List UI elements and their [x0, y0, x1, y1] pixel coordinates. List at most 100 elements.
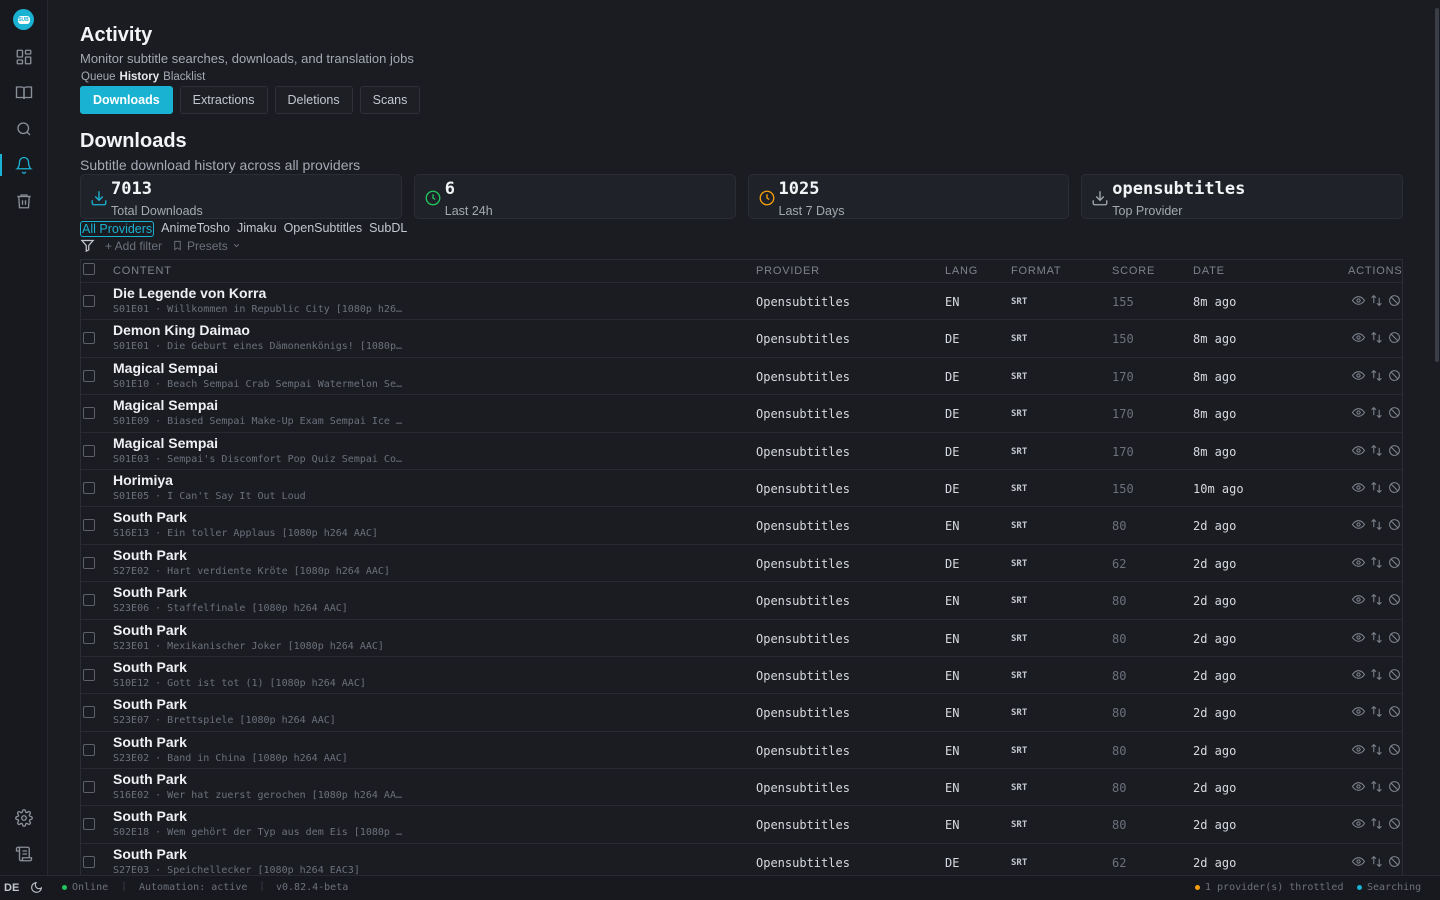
row-title[interactable]: South Park [113, 734, 187, 750]
scrollbar[interactable] [1434, 0, 1440, 875]
eye-icon[interactable] [1352, 331, 1365, 344]
eye-icon[interactable] [1352, 406, 1365, 419]
row-title[interactable]: Horimiya [113, 472, 173, 488]
table-row[interactable]: Horimiya S01E05 · I Can't Say It Out Loud… [81, 468, 1402, 506]
row-checkbox[interactable] [83, 295, 95, 307]
col-content[interactable]: CONTENT [113, 265, 172, 277]
ban-icon[interactable] [1388, 518, 1401, 531]
row-checkbox[interactable] [83, 519, 95, 532]
swap-icon[interactable] [1370, 556, 1383, 569]
eye-icon[interactable] [1352, 518, 1365, 531]
swap-icon[interactable] [1370, 631, 1383, 644]
subnav-queue[interactable]: Queue [81, 71, 116, 83]
col-lang[interactable]: LANG [945, 265, 978, 277]
row-title[interactable]: South Park [113, 584, 187, 600]
row-checkbox[interactable] [83, 594, 95, 607]
row-title[interactable]: Magical Sempai [113, 397, 218, 413]
throttle-status[interactable]: 1 provider(s) throttled [1195, 882, 1343, 893]
provider-all[interactable]: All Providers [80, 221, 155, 237]
table-row[interactable]: South Park S16E13 · Ein toller Applaus [1… [81, 506, 1402, 543]
ban-icon[interactable] [1388, 406, 1401, 419]
row-checkbox[interactable] [83, 481, 95, 494]
row-title[interactable]: South Park [113, 846, 187, 862]
sidebar-item-activity[interactable] [13, 154, 35, 176]
row-checkbox[interactable] [83, 668, 95, 681]
row-checkbox[interactable] [83, 706, 95, 719]
provider-jimaku[interactable]: Jimaku [237, 221, 277, 237]
tab-downloads[interactable]: Downloads [80, 86, 173, 114]
table-row[interactable]: Demon King Daimao S01E01 · Die Geburt ein… [81, 319, 1402, 356]
swap-icon[interactable] [1370, 855, 1383, 868]
eye-icon[interactable] [1352, 743, 1365, 756]
row-checkbox[interactable] [83, 781, 95, 794]
moon-icon[interactable] [30, 881, 43, 894]
ban-icon[interactable] [1388, 780, 1401, 793]
row-title[interactable]: South Park [113, 771, 187, 787]
swap-icon[interactable] [1370, 481, 1383, 494]
swap-icon[interactable] [1370, 518, 1383, 531]
row-title[interactable]: Die Legende von Korra [113, 285, 266, 301]
provider-opensubtitles[interactable]: OpenSubtitles [284, 221, 363, 237]
provider-subdl[interactable]: SubDL [369, 221, 407, 237]
presets-button[interactable]: Presets [172, 239, 241, 253]
swap-icon[interactable] [1370, 705, 1383, 718]
row-checkbox[interactable] [83, 444, 95, 457]
table-row[interactable]: Magical Sempai S01E09 · Biased Sempai Mak… [81, 394, 1402, 431]
row-title[interactable]: Magical Sempai [113, 435, 218, 451]
table-row[interactable]: South Park S23E01 · Mexikanischer Joker [… [81, 618, 1402, 656]
row-checkbox[interactable] [83, 631, 95, 644]
table-row[interactable]: South Park S10E12 · Gott ist tot (1) [108… [81, 655, 1402, 693]
table-row[interactable]: South Park S27E02 · Hart verdiente Kröte … [81, 543, 1402, 581]
eye-icon[interactable] [1352, 817, 1365, 830]
eye-icon[interactable] [1352, 631, 1365, 644]
sidebar-item-logs[interactable] [13, 843, 35, 865]
row-title[interactable]: South Park [113, 622, 187, 638]
table-row[interactable]: Magical Sempai S01E10 · Beach Sempai Crab… [81, 356, 1402, 394]
sidebar-item-search[interactable] [13, 118, 35, 140]
swap-icon[interactable] [1370, 444, 1383, 457]
col-format[interactable]: FORMAT [1011, 265, 1061, 277]
row-checkbox[interactable] [83, 855, 95, 868]
select-all-checkbox[interactable] [83, 263, 95, 275]
swap-icon[interactable] [1370, 780, 1383, 793]
swap-icon[interactable] [1370, 406, 1383, 419]
ban-icon[interactable] [1388, 631, 1401, 644]
sidebar-item-trash[interactable] [13, 190, 35, 212]
table-row[interactable]: Die Legende von Korra S01E01 · Willkommen… [81, 282, 1402, 319]
col-date[interactable]: DATE [1193, 265, 1225, 277]
swap-icon[interactable] [1370, 743, 1383, 756]
eye-icon[interactable] [1352, 481, 1365, 494]
row-checkbox[interactable] [83, 818, 95, 831]
row-title[interactable]: Demon King Daimao [113, 322, 250, 338]
tab-scans[interactable]: Scans [359, 86, 421, 114]
col-score[interactable]: SCORE [1112, 265, 1155, 277]
ban-icon[interactable] [1388, 294, 1401, 307]
scrollbar-thumb[interactable] [1435, 8, 1439, 362]
col-provider[interactable]: PROVIDER [756, 265, 820, 277]
subnav-history[interactable]: History [120, 71, 160, 83]
eye-icon[interactable] [1352, 294, 1365, 307]
sidebar-item-library[interactable] [13, 82, 35, 104]
table-row[interactable]: Magical Sempai S01E03 · Sempai's Discomfo… [81, 431, 1402, 469]
row-title[interactable]: South Park [113, 808, 187, 824]
eye-icon[interactable] [1352, 780, 1365, 793]
row-checkbox[interactable] [83, 369, 95, 382]
eye-icon[interactable] [1352, 593, 1365, 606]
row-title[interactable]: South Park [113, 547, 187, 563]
ban-icon[interactable] [1388, 705, 1401, 718]
eye-icon[interactable] [1352, 556, 1365, 569]
ban-icon[interactable] [1388, 743, 1401, 756]
tab-deletions[interactable]: Deletions [274, 86, 353, 114]
subnav-blacklist[interactable]: Blacklist [163, 71, 205, 83]
table-row[interactable]: South Park S16E02 · Wer hat zuerst geroch… [81, 768, 1402, 805]
eye-icon[interactable] [1352, 369, 1365, 382]
row-title[interactable]: South Park [113, 659, 187, 675]
table-row[interactable]: South Park S23E06 · Staffelfinale [1080p … [81, 581, 1402, 618]
swap-icon[interactable] [1370, 294, 1383, 307]
row-checkbox[interactable] [83, 332, 95, 345]
eye-icon[interactable] [1352, 855, 1365, 868]
tab-extractions[interactable]: Extractions [179, 86, 268, 114]
ban-icon[interactable] [1388, 331, 1401, 344]
swap-icon[interactable] [1370, 668, 1383, 681]
swap-icon[interactable] [1370, 331, 1383, 344]
